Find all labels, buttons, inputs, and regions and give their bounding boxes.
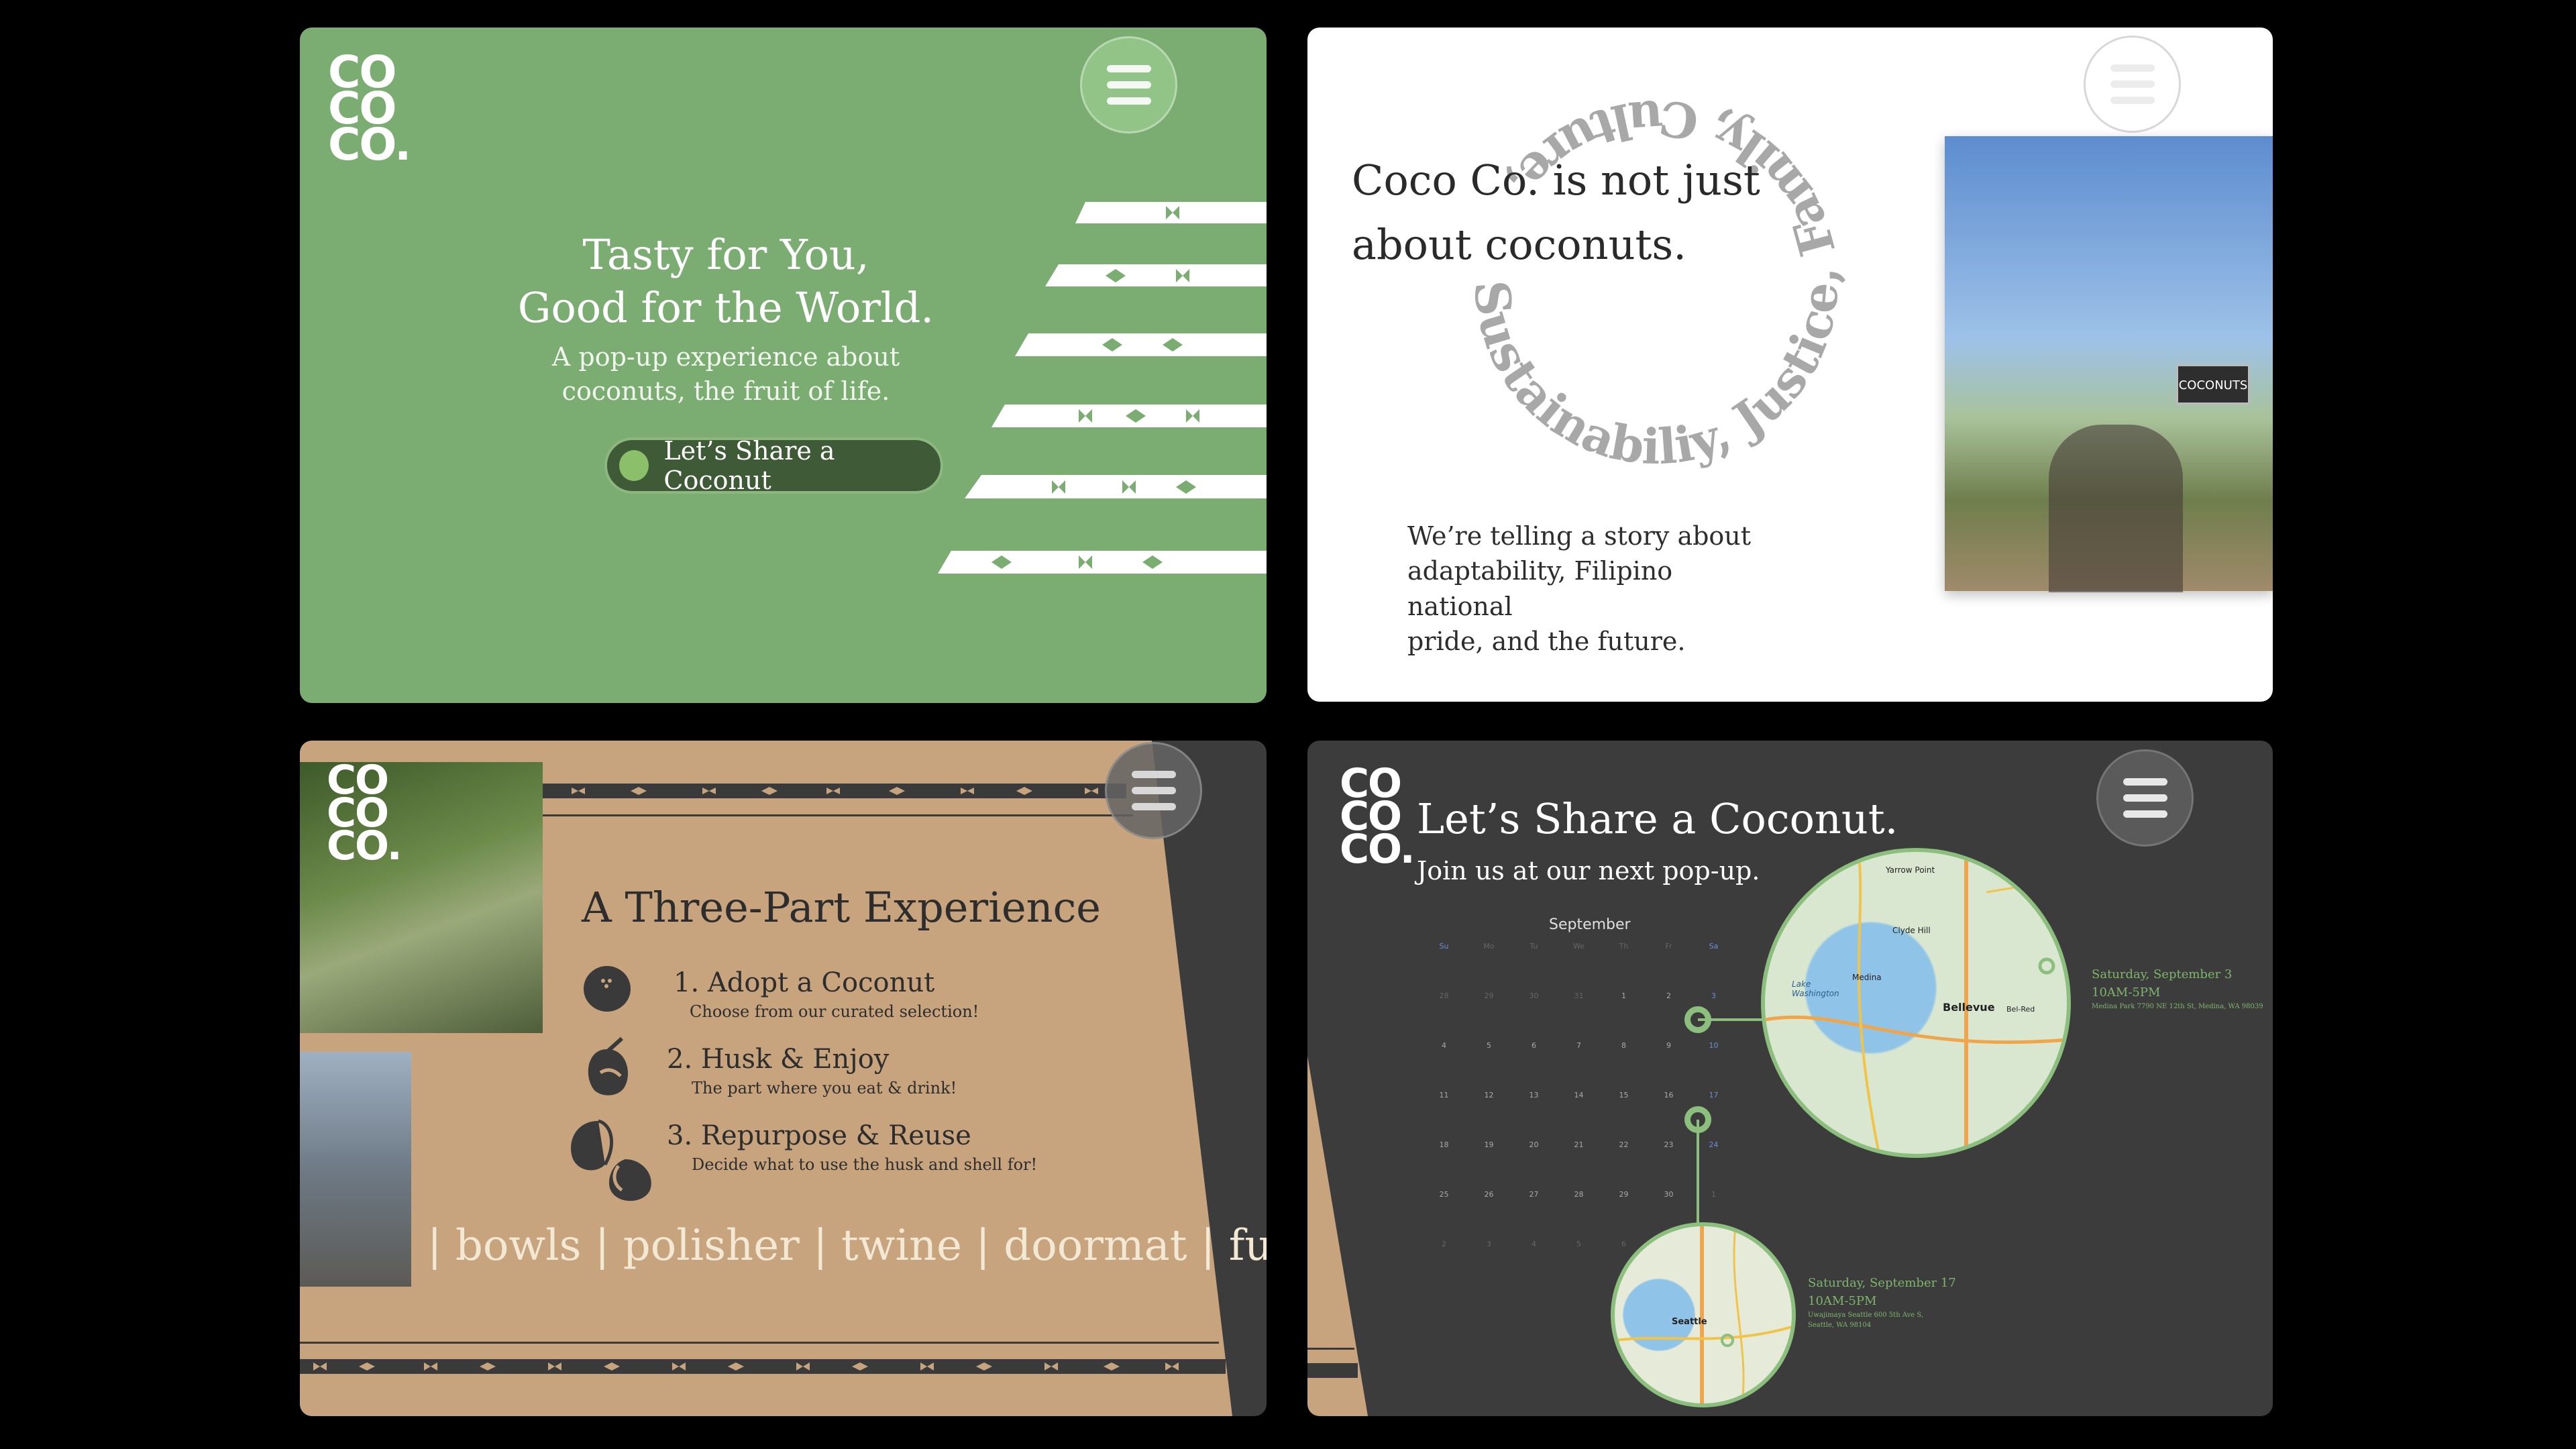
event-sept-3-time: 10AM-5PM <box>2092 985 2161 1000</box>
event-sept-3-date: Saturday, September 3 <box>2092 967 2233 981</box>
share-coconut-button[interactable]: Let’s Share a Coconut <box>604 436 943 495</box>
about-body: We’re telling a story about adaptability… <box>1407 519 1783 659</box>
about-body-line-3: pride, and the future. <box>1407 627 1686 657</box>
map-label-medina: Medina <box>1852 973 1882 982</box>
hamburger-icon-bar <box>2110 80 2155 88</box>
event-sept-17-time: 10AM-5PM <box>1808 1294 1877 1308</box>
step-1-description: Choose from our curated selection! <box>690 1002 979 1021</box>
hero-subtitle-line-2: coconuts, the fruit of life. <box>561 376 890 407</box>
step-1-heading: 1. Adopt a Coconut <box>674 967 935 998</box>
event-sept-3-address: Medina Park 7790 NE 12th St, Medina, WA … <box>2092 1003 2263 1010</box>
experience-title: A Three-Part Experience <box>582 883 1102 932</box>
hamburger-icon-bar <box>2110 97 2155 104</box>
panel-experience: CO CO CO. A Three-Part Experience 1. Ado… <box>300 741 1267 1416</box>
map-label-seattle: Seattle <box>1672 1317 1707 1327</box>
about-title: Coco Co. is not just about coconuts. <box>1352 148 1768 277</box>
hamburger-icon-bar <box>2110 64 2155 72</box>
photo-people <box>2049 425 2183 592</box>
hamburger-icon-bar <box>1131 771 1176 778</box>
step-2-heading: 2. Husk & Enjoy <box>667 1044 890 1075</box>
step-3: 3. Repurpose & Reuse Decide what to use … <box>667 1120 1037 1174</box>
seattle-map[interactable]: Seattle <box>1611 1222 1796 1407</box>
step-3-description: Decide what to use the husk and shell fo… <box>692 1155 1038 1174</box>
event-sept-3[interactable]: Saturday, September 3 10AM-5PM Medina Pa… <box>2092 965 2263 1012</box>
hamburger-icon-bar <box>1131 803 1176 810</box>
event-sept-17-date: Saturday, September 17 <box>1808 1276 1956 1290</box>
step-3-heading: 3. Repurpose & Reuse <box>667 1120 971 1151</box>
about-title-line-2: about coconuts. <box>1352 220 1686 270</box>
coco-co-logo[interactable]: CO CO CO. <box>327 760 402 870</box>
bellevue-map-roads <box>1765 852 2067 1154</box>
hamburger-menu-button[interactable] <box>1105 742 1202 839</box>
hero-title-line-1: Tasty for You, <box>582 230 869 279</box>
map-label-bellevue: Bellevue <box>1943 1001 1995 1014</box>
panel-about: Sustainabiliy, Justice, Family, Culture,… <box>1307 28 2273 702</box>
event-sept-17[interactable]: Saturday, September 17 10AM-5PM Uwajimay… <box>1808 1274 1956 1330</box>
values-ring-text: Sustainabiliy, Justice, Family, Culture, <box>1463 89 1849 476</box>
panel-events: CO CO CO. Let’s Share a Coconut. Join us… <box>1307 741 2273 1416</box>
about-body-line-2: adaptability, Filipino national <box>1407 556 1673 621</box>
panel-hero-green: CO CO CO. Tasty for You, Good for the Wo… <box>300 28 1267 703</box>
reuse-ticker: | bowls | polisher | twine | doormat | f… <box>427 1221 1267 1271</box>
event-sept-17-address-line-1: Uwajimaya Seattle 600 5th Ave S, <box>1808 1311 1924 1319</box>
coconut-icon <box>584 966 631 1012</box>
photo-sign-text: COCONUTS <box>2178 378 2248 392</box>
logo-line-3: CO. <box>328 119 411 171</box>
svg-text:Sustainabiliy, Justice, Family: Sustainabiliy, Justice, Family, Culture, <box>1463 89 1849 476</box>
hamburger-menu-button[interactable] <box>2084 36 2181 133</box>
event-sept-17-address-line-2: Seattle, WA 98104 <box>1808 1322 1872 1329</box>
step-1: 1. Adopt a Coconut Choose from our curat… <box>674 967 979 1021</box>
step-2: 2. Husk & Enjoy The part where you eat &… <box>667 1044 957 1097</box>
logo-line-3: CO. <box>327 822 402 870</box>
map-label-bel-red: Bel-Red <box>2006 1005 2035 1014</box>
seattle-map-roads <box>1615 1226 1792 1403</box>
popup-photo-market <box>300 1052 411 1287</box>
coconut-icon <box>619 450 649 481</box>
hero-subtitle: A pop-up experience about coconuts, the … <box>501 340 951 409</box>
map-label-yarrow-point: Yarrow Point <box>1886 865 1935 875</box>
hero-title: Tasty for You, Good for the World. <box>501 229 951 334</box>
popup-photo: COCONUTS <box>1945 136 2273 592</box>
coco-co-logo[interactable]: CO CO CO. <box>328 50 411 171</box>
photo-sign: COCONUTS <box>2176 364 2250 405</box>
about-body-line-1: We’re telling a story about <box>1407 521 1752 551</box>
event-marker-sept-17[interactable] <box>1684 1106 1711 1133</box>
step-2-description: The part where you eat & drink! <box>692 1079 957 1097</box>
hero-title-line-2: Good for the World. <box>517 282 934 332</box>
map-label-lake-washington: Lake Washington <box>1792 979 1839 998</box>
event-marker-sept-3[interactable] <box>1684 1006 1711 1033</box>
husked-coconut-icon <box>588 1036 629 1095</box>
map-label-clyde-hill: Clyde Hill <box>1892 926 1931 935</box>
hero-subtitle-line-1: A pop-up experience about <box>551 342 900 372</box>
hamburger-icon-bar <box>1131 787 1176 794</box>
coconut-halves-icon <box>571 1119 651 1201</box>
about-title-line-1: Coco Co. is not just <box>1352 156 1760 205</box>
share-coconut-button-label: Let’s Share a Coconut <box>663 436 835 495</box>
values-ring-textpath: Sustainabiliy, Justice, Family, Culture, <box>1463 89 1849 476</box>
bellevue-map[interactable]: Yarrow Point Clyde Hill Medina Lake Wash… <box>1761 848 2071 1158</box>
